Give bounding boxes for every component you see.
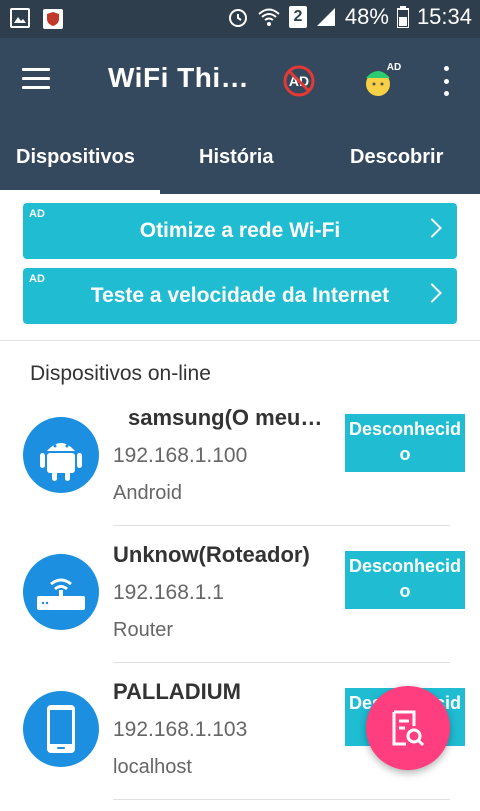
menu-icon[interactable] xyxy=(22,68,50,90)
device-ip: 192.168.1.1 xyxy=(113,581,224,604)
tab-descobrir[interactable]: Descobrir xyxy=(350,146,443,169)
ad-label: Otimize a rede Wi-Fi xyxy=(139,219,341,242)
ad-mascot-icon[interactable]: AD xyxy=(360,58,404,102)
status-label-line1: Desconhecid xyxy=(348,419,462,439)
wifi-icon xyxy=(258,8,280,26)
router-icon xyxy=(37,578,85,610)
device-ip: 192.168.1.103 xyxy=(113,718,248,741)
device-status-button[interactable]: Desconhecid o xyxy=(345,414,465,472)
more-options-icon[interactable] xyxy=(440,66,452,96)
device-type: Router xyxy=(113,619,174,641)
section-title: Dispositivos on-line xyxy=(30,362,211,385)
avatar xyxy=(23,417,99,493)
active-tab-indicator xyxy=(0,190,160,194)
shield-notification-icon xyxy=(43,9,63,29)
android-icon xyxy=(40,443,82,481)
row-divider xyxy=(113,662,450,663)
divider xyxy=(0,340,480,341)
clock: 15:34 xyxy=(416,4,472,29)
device-row[interactable]: samsung(O meu… 192.168.1.100 Android Des… xyxy=(0,400,480,537)
device-ip: 192.168.1.100 xyxy=(113,444,248,467)
document-search-icon xyxy=(392,710,425,747)
status-label-line2: o xyxy=(399,581,411,601)
tab-historia[interactable]: História xyxy=(199,146,273,169)
remove-ads-icon[interactable]: AD xyxy=(282,64,316,98)
battery-percent: 48% xyxy=(344,4,389,29)
battery-icon xyxy=(396,6,409,28)
device-type: localhost xyxy=(113,756,192,778)
ad-speed-test-button[interactable]: AD Teste a velocidade da Internet xyxy=(23,268,457,324)
ad-optimize-wifi-button[interactable]: AD Otimize a rede Wi-Fi xyxy=(23,203,457,259)
row-divider xyxy=(113,525,450,526)
device-status-button[interactable]: Desconhecid o xyxy=(345,551,465,609)
report-fab-button[interactable] xyxy=(366,686,450,770)
app-toolbar: WiFi Thi… AD AD xyxy=(0,38,480,124)
device-row[interactable]: Unknow(Roteador) 192.168.1.1 Router Desc… xyxy=(0,537,480,674)
sim-badge: 2 xyxy=(288,6,307,28)
alarm-icon xyxy=(228,9,247,27)
avatar xyxy=(23,691,99,767)
svg-text:AD: AD xyxy=(387,62,401,73)
phone-icon xyxy=(47,705,75,753)
ad-label: Teste a velocidade da Internet xyxy=(90,284,390,307)
device-name: samsung(O meu… xyxy=(128,405,323,430)
status-bar: 2 48% 15:34 xyxy=(0,0,480,38)
status-label-line1: Desconhecid xyxy=(348,556,462,576)
status-label-line2: o xyxy=(399,444,411,464)
tab-bar: Dispositivos História Descobrir xyxy=(0,124,480,194)
app-title: WiFi Thi… xyxy=(108,62,250,93)
tab-dispositivos[interactable]: Dispositivos xyxy=(16,146,135,169)
signal-icon xyxy=(316,8,335,26)
device-name: Unknow(Roteador) xyxy=(113,542,310,567)
device-name: PALLADIUM xyxy=(113,679,241,704)
device-type: Android xyxy=(113,482,182,504)
avatar xyxy=(23,554,99,630)
gallery-notification-icon xyxy=(10,8,30,28)
